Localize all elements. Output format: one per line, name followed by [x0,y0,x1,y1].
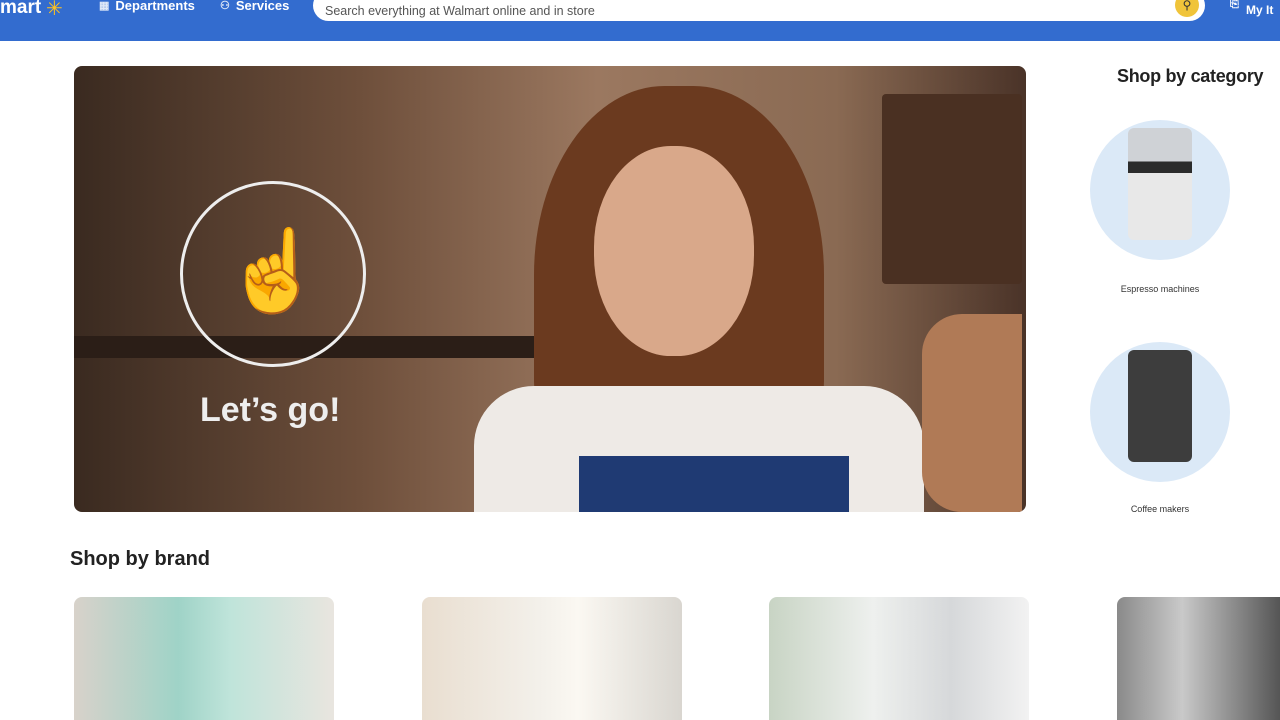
category-coffee-makers[interactable]: Coffee makers [1090,342,1230,514]
services-button[interactable]: ⚇ Services [220,0,289,13]
brand-card-french-press[interactable] [769,597,1029,720]
presenter [444,86,924,512]
lets-go-text: Let’s go! [200,391,341,429]
category-espresso-machines[interactable]: Espresso machines [1090,120,1230,294]
tap-hand-icon: ☝ [224,226,324,315]
brand-card-nespresso[interactable] [422,597,682,720]
shop-by-category-title: Shop by category [1117,66,1264,86]
coffee-maker-image [1090,342,1230,482]
hero-video[interactable]: ☝ Let’s go! [74,66,1026,512]
reorder-icon: ⎘ [1230,0,1239,10]
search-input[interactable]: Search everything at Walmart online and … [313,0,1205,21]
walmart-logo[interactable]: mart [0,0,41,19]
header: mart ✳ ▦ Departments ⚇ Services Search eve… [0,0,1280,41]
espresso-machine-image [1090,120,1230,260]
brand-card-cuisinart[interactable] [1117,597,1280,720]
grid-icon: ▦ [99,0,110,12]
services-icon: ⚇ [220,0,230,12]
search-icon: ⚲ [1182,0,1192,12]
my-items-button[interactable]: ⎘ My It [1230,0,1280,22]
coffee-grinder [882,94,1022,512]
shop-by-brand-title: Shop by brand [70,548,210,570]
spark-icon: ✳ [46,0,63,20]
brand-card-keurig[interactable] [74,597,334,720]
departments-button[interactable]: ▦ Departments [99,0,195,13]
